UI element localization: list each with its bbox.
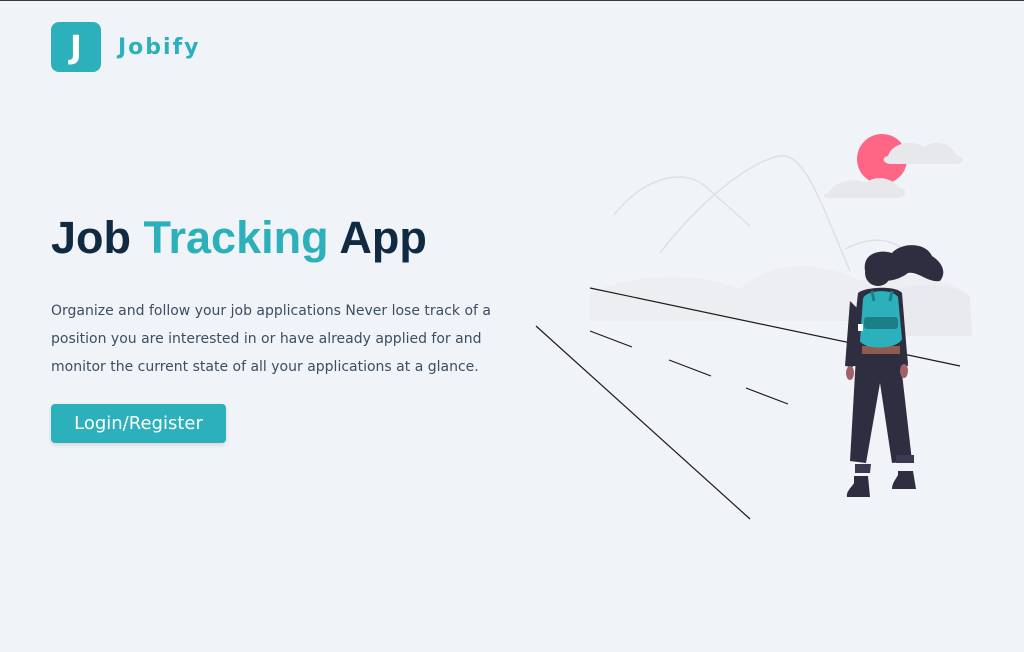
hiker-illustration <box>535 134 972 520</box>
login-register-button[interactable]: Login/Register <box>51 404 226 443</box>
title-part1: Job <box>51 212 144 263</box>
road-dash <box>745 387 789 405</box>
hiker-boot <box>846 476 870 497</box>
logo-mark: J <box>51 22 101 72</box>
road-dash <box>668 359 712 377</box>
page-title: Job Tracking App <box>51 211 427 265</box>
backpack-pocket <box>864 317 898 329</box>
brand-name: Jobify <box>118 34 201 60</box>
title-accent: Tracking <box>143 212 329 263</box>
hero-description: Organize and follow your job application… <box>51 303 491 375</box>
road-dash <box>589 330 633 348</box>
hiker-cuff <box>855 464 871 473</box>
mountain-outline <box>613 176 751 227</box>
title-part2: App <box>328 212 427 263</box>
hiker-hand <box>846 366 854 380</box>
road-edge <box>535 325 751 520</box>
hiker-cuff <box>896 455 914 463</box>
logo[interactable]: J Jobify <box>51 22 201 72</box>
hiker-hand <box>900 364 908 378</box>
mountain-outline <box>659 155 851 272</box>
hiker-head <box>865 260 891 286</box>
hiker-boot <box>892 471 916 489</box>
backpack-tag <box>858 324 863 331</box>
